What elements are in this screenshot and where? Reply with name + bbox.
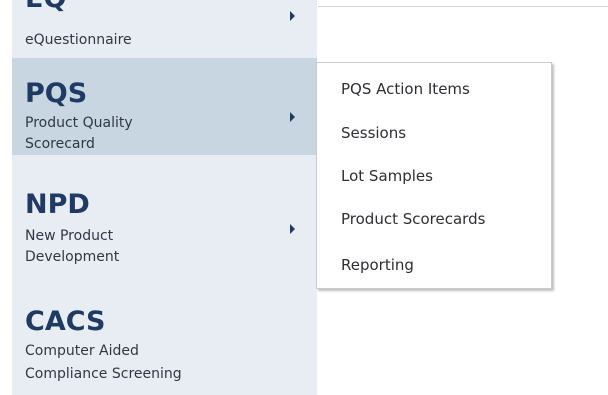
chevron-right-icon <box>290 112 295 122</box>
submenu-item-pqs-action-items[interactable]: PQS Action Items <box>341 79 470 99</box>
nav-item-code: PQS <box>25 78 88 109</box>
nav-item-desc: eQuestionnaire <box>25 32 132 48</box>
nav-item-npd[interactable]: NPD New Product Development <box>12 155 317 292</box>
nav-item-desc: Scorecard <box>25 136 95 152</box>
chevron-right-icon <box>290 224 295 234</box>
nav-item-desc: Computer Aided <box>25 343 139 359</box>
submenu-item-product-scorecards[interactable]: Product Scorecards <box>341 209 485 229</box>
pqs-submenu: PQS Action Items Sessions Lot Samples Pr… <box>316 62 552 289</box>
nav-item-eq[interactable]: EQ eQuestionnaire <box>12 0 317 58</box>
nav-item-cacs[interactable]: CACS Computer Aided Compliance Screening <box>12 292 317 395</box>
submenu-item-lot-samples[interactable]: Lot Samples <box>341 166 433 186</box>
chevron-right-icon <box>290 11 295 21</box>
nav-item-desc: Development <box>25 249 120 265</box>
submenu-item-sessions[interactable]: Sessions <box>341 123 406 143</box>
nav-item-desc: Product Quality <box>25 115 133 131</box>
nav-item-desc: Compliance Screening <box>25 366 182 382</box>
submenu-item-reporting[interactable]: Reporting <box>341 255 414 275</box>
nav-item-code: NPD <box>25 189 90 220</box>
nav-item-code: EQ <box>25 0 66 13</box>
nav-item-desc: New Product <box>25 228 114 244</box>
sidebar-nav: EQ eQuestionnaire PQS Product Quality Sc… <box>12 0 317 395</box>
nav-item-code: CACS <box>25 306 106 337</box>
top-border <box>318 6 608 7</box>
nav-item-pqs[interactable]: PQS Product Quality Scorecard <box>12 58 317 155</box>
